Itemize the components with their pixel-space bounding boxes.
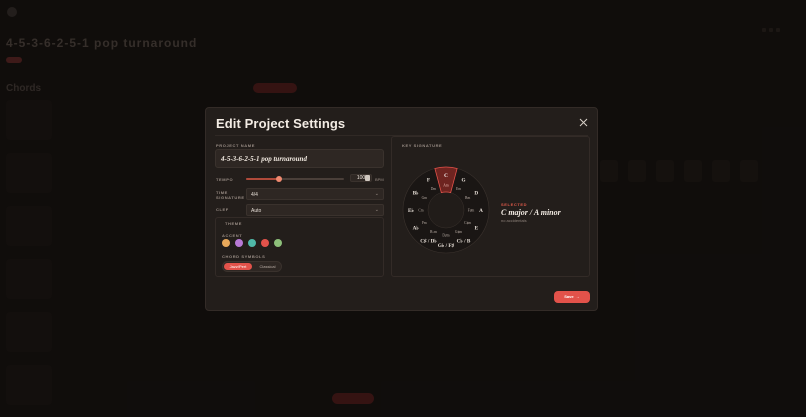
major-key-label[interactable]: D — [474, 191, 478, 197]
selected-label: SELECTED — [501, 202, 528, 207]
major-key-label[interactable]: C♭ / B — [457, 238, 471, 244]
chevron-down-icon: ⌄ — [374, 191, 379, 197]
accent-label: ACCENT — [222, 233, 243, 238]
clef-value: Auto — [251, 208, 262, 214]
major-key-label[interactable]: A♭ — [413, 226, 420, 232]
major-key-label[interactable]: A — [479, 208, 483, 214]
project-name-label: PROJECT NAME — [216, 143, 255, 148]
major-key-label[interactable]: G♭ / F♯ — [438, 243, 455, 249]
accent-swatch[interactable] — [222, 239, 230, 247]
minor-key-label[interactable]: G♯m — [455, 230, 462, 234]
close-icon — [579, 118, 588, 127]
minor-key-label[interactable]: Cm — [418, 209, 423, 213]
accidentals-text: no accidentals — [501, 218, 527, 223]
major-key-label[interactable]: E♭ — [408, 208, 414, 214]
major-key-label[interactable]: F — [427, 178, 430, 184]
project-name-input[interactable]: 4-5-3-6-2-5-1 pop turnaround — [215, 149, 384, 168]
accent-swatch[interactable] — [248, 239, 256, 247]
clef-select[interactable]: Auto ⌄ — [246, 204, 384, 216]
chord-symbols-option-classical[interactable]: Classical — [254, 263, 281, 270]
minor-key-label[interactable]: B♭m — [430, 230, 437, 234]
minor-key-label[interactable]: Bm — [465, 196, 470, 200]
major-key-label[interactable]: C♯ / D♭ — [420, 238, 437, 244]
tempo-slider-fill — [246, 178, 280, 180]
tempo-slider[interactable] — [246, 176, 344, 182]
tempo-label: TEMPO — [216, 177, 234, 182]
major-key-label[interactable]: B♭ — [413, 191, 419, 197]
accent-swatch[interactable] — [274, 239, 282, 247]
edit-project-settings-dialog: Edit Project Settings PROJECT NAME 4-5-3… — [205, 107, 598, 311]
chord-symbols-option-jazz[interactable]: Jazz/Pert — [224, 263, 252, 270]
clef-label: CLEF — [216, 207, 229, 212]
save-label: Save — [564, 294, 574, 299]
circle-inner-ring — [427, 191, 465, 229]
accent-swatch[interactable] — [235, 239, 243, 247]
minor-key-label[interactable]: Fm — [422, 221, 427, 225]
chord-symbols-label: CHORD SYMBOLS — [222, 254, 266, 259]
time-signature-value: 4/4 — [251, 192, 258, 198]
chord-symbols-toggle: Jazz/Pert Classical — [222, 261, 282, 272]
minor-key-label[interactable]: Em — [456, 187, 461, 191]
dialog-title: Edit Project Settings — [216, 116, 346, 131]
minor-key-label[interactable]: Gm — [422, 196, 428, 200]
close-button[interactable] — [579, 118, 588, 127]
minor-key-label[interactable]: Dm — [431, 187, 437, 191]
key-signature-label: KEY SIGNATURE — [402, 143, 443, 148]
time-signature-select[interactable]: 4/4 ⌄ — [246, 188, 384, 200]
arrow-right-icon: → — [574, 294, 580, 299]
tempo-slider-thumb[interactable] — [276, 176, 283, 182]
tempo-unit: BPM — [375, 177, 384, 182]
major-key-label[interactable]: G — [461, 178, 465, 184]
major-key-label[interactable]: E — [475, 226, 479, 232]
minor-key-label[interactable]: Am — [443, 184, 449, 188]
minor-key-label[interactable]: D♯m — [442, 234, 449, 238]
theme-label: THEME — [225, 221, 242, 226]
selected-key: C major / A minor — [501, 208, 561, 217]
time-signature-label: TIME SIGNATURE — [216, 190, 245, 200]
tempo-stepper[interactable] — [365, 175, 370, 181]
circle-of-fifths[interactable]: C G D A E C♭ / BG♭ / F♯C♯ / D♭A♭ E♭ B♭ F Am Em Bm F♯… — [401, 165, 491, 255]
save-button[interactable]: Save → — [554, 291, 590, 303]
minor-key-label[interactable]: C♯m — [464, 221, 471, 225]
chevron-down-icon: ⌄ — [374, 207, 379, 213]
major-key-label[interactable]: C — [444, 173, 448, 179]
accent-swatch[interactable] — [261, 239, 269, 247]
minor-key-label[interactable]: F♯m — [468, 209, 475, 213]
